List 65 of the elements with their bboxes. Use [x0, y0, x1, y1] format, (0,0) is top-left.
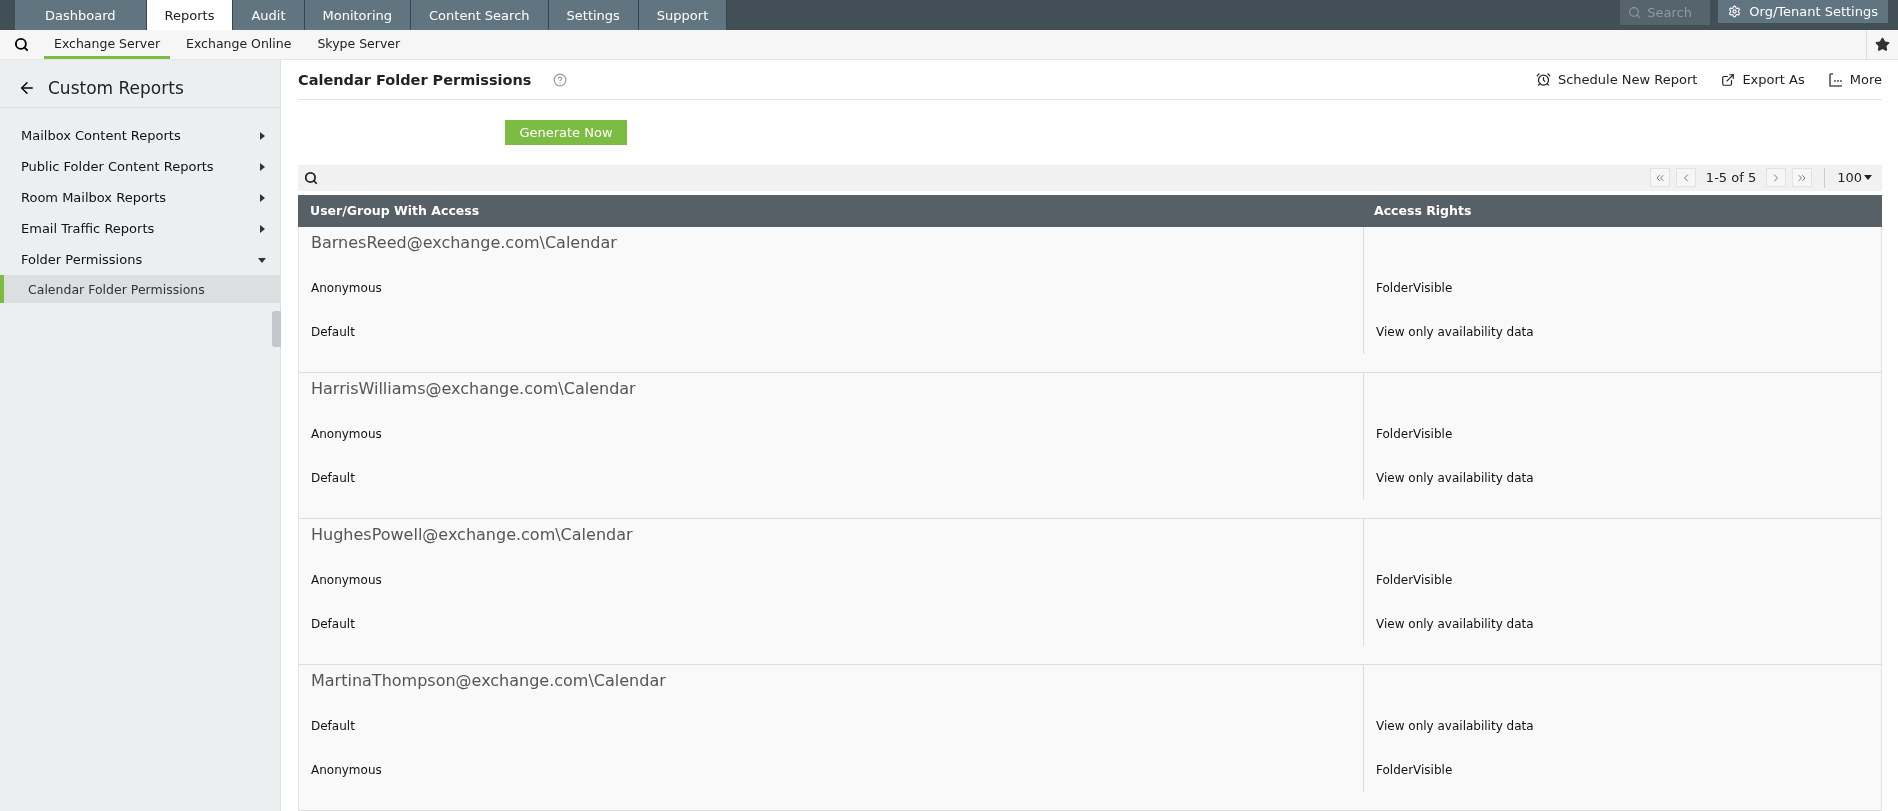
table-cell: FolderVisible [1363, 558, 1881, 602]
more-icon [1828, 72, 1843, 87]
page-range: 1-5 of 5 [1705, 170, 1757, 186]
nav-tab[interactable]: Audit [233, 0, 305, 30]
nav-tab[interactable]: Monitoring [304, 0, 412, 30]
nav-tab[interactable]: Reports [146, 0, 234, 30]
table-cell: View only availability data [1363, 602, 1881, 646]
sidebar-item[interactable]: Mailbox Content Reports [0, 120, 280, 151]
search-icon[interactable] [304, 170, 318, 185]
collapse-handle[interactable] [272, 311, 281, 347]
next-page-button[interactable] [1766, 168, 1787, 188]
table-cell-text: Default [310, 616, 356, 633]
table-cell: View only availability data [1363, 704, 1881, 748]
sidebar-item-label: Mailbox Content Reports [21, 128, 181, 143]
sub-tab[interactable]: Skype Server [307, 30, 411, 59]
sidebar-item-label: Room Mailbox Reports [21, 190, 167, 205]
previous-page-button[interactable] [1675, 168, 1696, 188]
star-icon[interactable] [1875, 37, 1890, 52]
folder-path: MartinaThompson@exchange.com\Calendar [310, 670, 667, 692]
action-label: Export As [1742, 72, 1805, 88]
toolbar-action[interactable]: Export As [1721, 72, 1805, 88]
search-icon[interactable] [14, 37, 29, 52]
export-icon [1721, 72, 1736, 87]
column-header[interactable]: Access Rights [1362, 194, 1882, 227]
report-title: Calendar Folder Permissions [298, 71, 532, 88]
column-header[interactable]: User/Group With Access [298, 194, 1362, 227]
table-cell-text: Default [310, 470, 356, 487]
table-cell: View only availability data [1363, 310, 1881, 354]
table-cell: FolderVisible [1363, 266, 1881, 310]
nav-tab[interactable]: Dashboard [15, 0, 147, 30]
sub-tab[interactable]: Exchange Online [176, 30, 302, 59]
table-cell-text: Default [310, 324, 356, 341]
search-icon [1628, 6, 1642, 19]
table-cell-text: Anonymous [310, 426, 383, 443]
folder-path: HarrisWilliams@exchange.com\Calendar [310, 378, 637, 400]
sidebar-item-label: Folder Permissions [21, 252, 143, 267]
sidebar-item[interactable]: Public Folder Content Reports [0, 151, 280, 182]
nav-tab[interactable]: Support [638, 0, 728, 30]
folder-path: HughesPowell@exchange.com\Calendar [310, 524, 634, 546]
table-cell-text: Anonymous [310, 762, 383, 779]
gear-icon [1728, 5, 1742, 18]
sidebar-item-label: Email Traffic Reports [21, 221, 155, 236]
toolbar-action[interactable]: More [1828, 72, 1882, 88]
sidebar-item[interactable]: Room Mailbox Reports [0, 182, 280, 213]
table-cell: FolderVisible [1363, 412, 1881, 456]
sidebar-item[interactable]: Email Traffic Reports [0, 213, 280, 244]
alarm-clock-icon [1535, 72, 1551, 88]
page-size-dropdown[interactable]: 100 [1837, 170, 1872, 186]
nav-tab[interactable]: Content Search [411, 0, 549, 30]
table-cell-text: Anonymous [310, 572, 383, 589]
help-icon[interactable] [553, 72, 568, 87]
sidebar-item[interactable]: Folder Permissions [0, 244, 280, 275]
nav-tab[interactable]: Settings [548, 0, 639, 30]
sidebar-title: Custom Reports [48, 77, 184, 98]
table-cell: FolderVisible [1363, 748, 1881, 792]
action-label: More [1849, 72, 1882, 88]
last-page-button[interactable] [1792, 168, 1813, 188]
sidebar-item-label: Public Folder Content Reports [21, 159, 214, 174]
first-page-button[interactable] [1649, 168, 1670, 188]
folder-path: BarnesReed@exchange.com\Calendar [310, 232, 618, 254]
sidebar-subitem[interactable]: Calendar Folder Permissions [0, 275, 280, 303]
table-cell-text: Anonymous [310, 280, 383, 297]
settings-button[interactable]: Org/Tenant Settings [1718, 0, 1888, 23]
table-cell: View only availability data [1363, 456, 1881, 500]
table-cell-text: Default [310, 718, 356, 735]
